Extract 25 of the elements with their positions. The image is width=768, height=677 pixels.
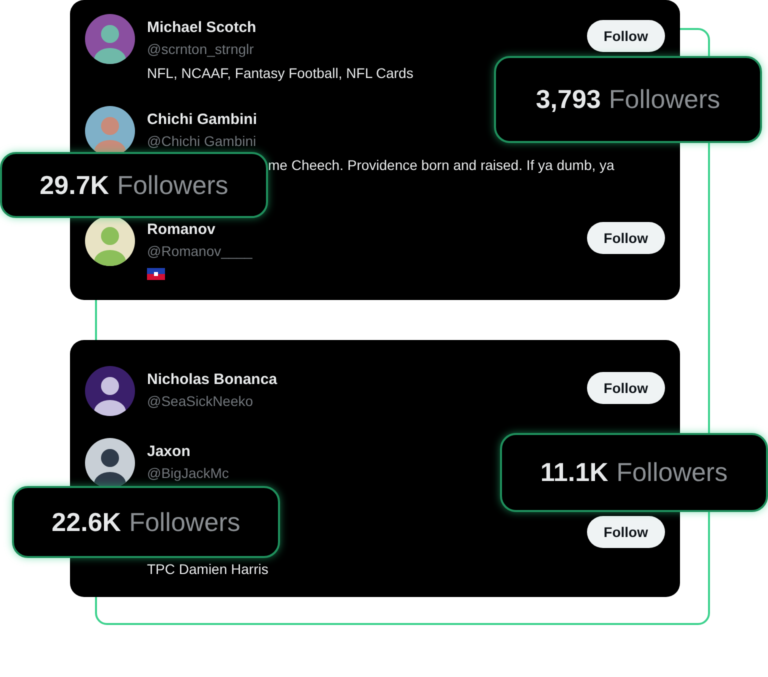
user-handle: @BigJackMc: [147, 464, 229, 483]
follower-count: 29.7K: [40, 170, 110, 200]
user-bio: NFL, NCAAF, Fantasy Football, NFL Cards: [147, 64, 414, 83]
follower-count: 22.6K: [52, 506, 122, 538]
follow-button[interactable]: Follow: [586, 516, 665, 548]
user-handle: @SeaSickNeeko: [147, 392, 254, 411]
follow-button[interactable]: Follow: [586, 20, 665, 52]
user-name: Jaxon: [147, 442, 190, 462]
user-name: Chichi Gambini: [147, 110, 258, 130]
user-handle: @scrnton_strnglr: [147, 40, 254, 59]
user-bio: TPC Damien Harris: [147, 560, 268, 579]
user-name: Romanov: [147, 220, 216, 240]
user-handle: @Chichi Gambini: [147, 132, 256, 151]
followers-label: Followers: [129, 506, 240, 538]
user-handle: @Romanov____: [147, 242, 252, 261]
followers-label: Followers: [608, 84, 720, 115]
user-bio: me Cheech. Providence born and raised. If ya dumb, ya: [267, 156, 614, 175]
follow-button[interactable]: Follow: [586, 372, 665, 404]
followers-label: Followers: [117, 170, 228, 200]
follow-button[interactable]: Follow: [586, 222, 665, 254]
user-name: Nicholas Bonanca: [147, 370, 278, 390]
follower-count: 11.1K: [540, 457, 608, 488]
followers-label: Followers: [616, 457, 728, 488]
follower-count: 3,793: [536, 84, 601, 115]
user-name: Michael Scotch: [147, 18, 256, 38]
